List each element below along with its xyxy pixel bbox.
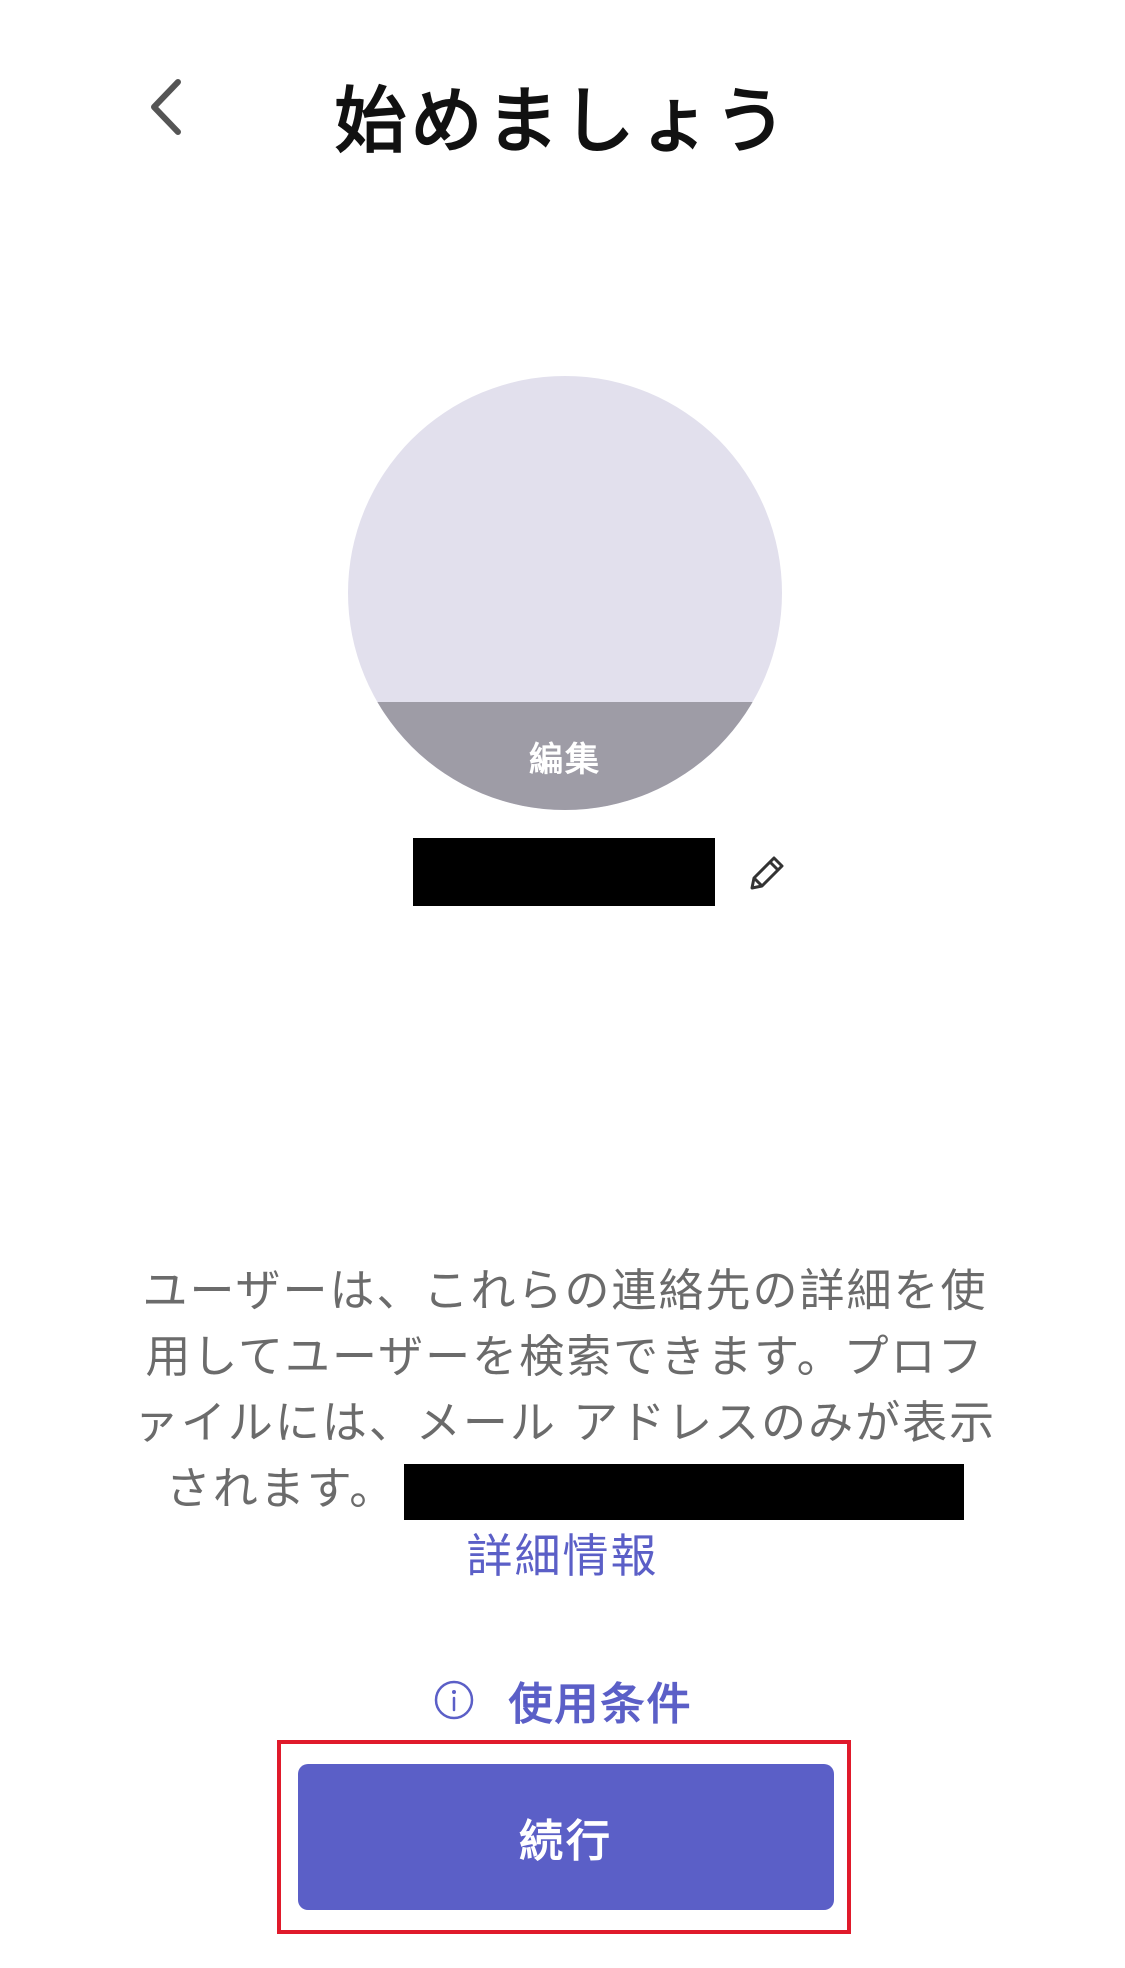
display-name-redacted xyxy=(413,838,715,906)
page-title: 始めましょう xyxy=(334,79,791,163)
terms-of-use-link[interactable]: 使用条件 xyxy=(0,1668,1125,1732)
pencil-icon xyxy=(750,856,784,890)
avatar-edit-label: 編集 xyxy=(529,740,601,780)
continue-label: 続行 xyxy=(519,1816,613,1867)
header-bar: 始めましょう xyxy=(0,0,1125,220)
description-redacted xyxy=(404,1464,965,1520)
edit-name-button[interactable] xyxy=(744,850,790,896)
avatar[interactable]: 編集 xyxy=(348,376,782,810)
terms-of-use-label: 使用条件 xyxy=(508,1679,693,1730)
avatar-edit-button[interactable]: 編集 xyxy=(348,702,782,810)
learn-more-link[interactable]: 詳細情報 xyxy=(0,1520,1125,1586)
contact-info-description: ユーザーは、これらの連絡先の詳細を使用してユーザーを検索できます。プロファイルに… xyxy=(130,1258,1000,1522)
info-icon xyxy=(433,1679,475,1721)
continue-button[interactable]: 続行 xyxy=(298,1764,834,1910)
